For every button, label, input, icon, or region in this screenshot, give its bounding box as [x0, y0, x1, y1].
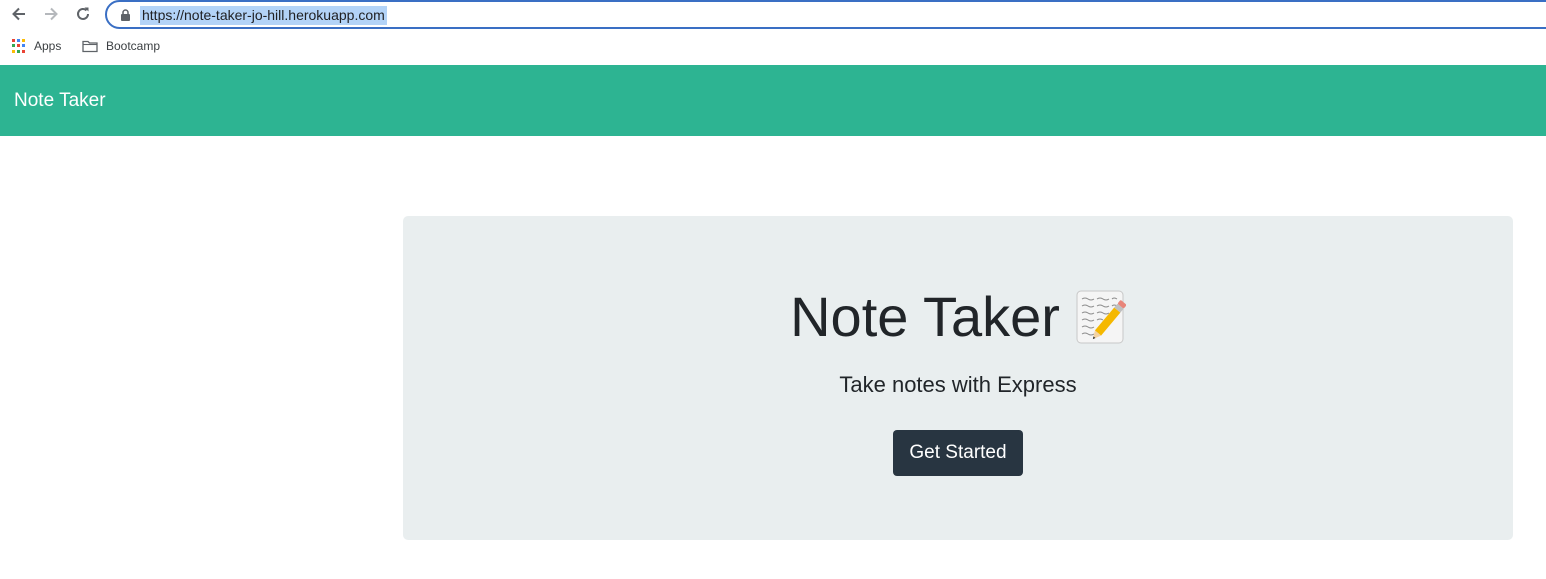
forward-arrow-icon[interactable] — [41, 4, 61, 24]
folder-icon — [82, 40, 98, 52]
bookmarks-bar: Apps Bootcamp — [0, 33, 1546, 59]
get-started-button[interactable]: Get Started — [893, 430, 1023, 476]
back-arrow-icon[interactable] — [9, 4, 29, 24]
hero-jumbotron: Note Taker Take notes with Express Get S… — [403, 216, 1513, 540]
apps-grid-icon — [12, 39, 26, 53]
url-text[interactable]: https://note-taker-jo-hill.herokuapp.com — [140, 6, 387, 25]
navbar-brand[interactable]: Note Taker — [14, 89, 106, 113]
lock-icon — [121, 9, 130, 21]
bookmark-apps[interactable]: Apps — [12, 37, 61, 55]
bookmark-apps-label: Apps — [34, 39, 62, 53]
hero-title-row: Note Taker — [403, 288, 1513, 346]
memo-icon — [1076, 290, 1126, 344]
hero-subtitle: Take notes with Express — [839, 372, 1077, 397]
bookmark-bootcamp-label: Bootcamp — [106, 39, 161, 53]
reload-icon[interactable] — [73, 4, 93, 24]
browser-toolbar: https://note-taker-jo-hill.herokuapp.com — [0, 0, 1546, 29]
app-navbar: Note Taker — [0, 65, 1546, 136]
page-title: Note Taker — [790, 285, 1060, 348]
bookmark-bootcamp[interactable]: Bootcamp — [82, 37, 160, 55]
address-bar[interactable]: https://note-taker-jo-hill.herokuapp.com — [105, 0, 1546, 29]
